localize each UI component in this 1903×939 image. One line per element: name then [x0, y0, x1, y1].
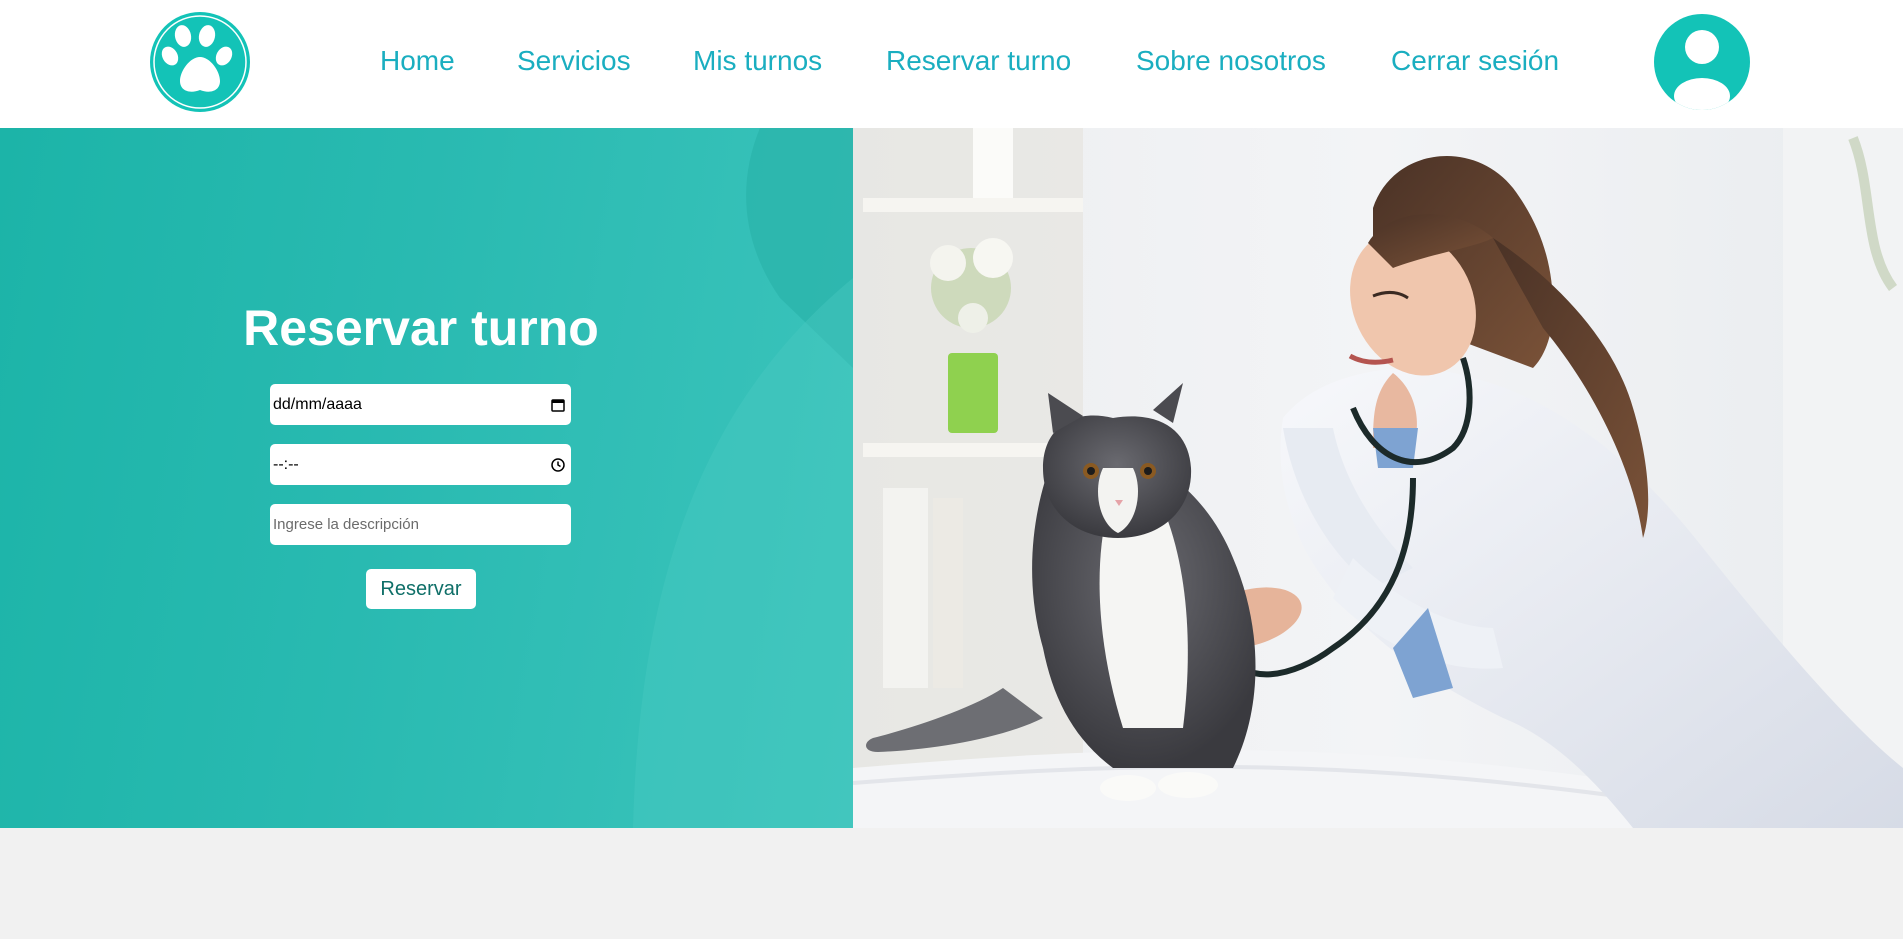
hero-section: Reservar turno dd/mm/aaaa --:-- Reservar: [0, 128, 1903, 828]
veterinarian-examining-cat-photo: [853, 128, 1903, 828]
page-title: Reservar turno: [243, 300, 599, 356]
nav-mis-turnos[interactable]: Mis turnos: [693, 44, 822, 78]
date-input-value: dd/mm/aaaa: [273, 395, 362, 413]
calendar-icon[interactable]: [550, 397, 566, 413]
nav-home[interactable]: Home: [380, 44, 455, 78]
booking-form-panel: Reservar turno dd/mm/aaaa --:-- Reservar: [0, 128, 853, 828]
nav-servicios[interactable]: Servicios: [517, 44, 631, 78]
time-input[interactable]: --:--: [270, 444, 571, 485]
date-input[interactable]: dd/mm/aaaa: [270, 384, 571, 425]
description-input[interactable]: [273, 516, 566, 533]
description-field[interactable]: [270, 504, 571, 545]
nav-reservar-turno[interactable]: Reservar turno: [886, 44, 1071, 78]
reservar-button[interactable]: Reservar: [366, 569, 476, 609]
time-input-value: --:--: [273, 455, 299, 473]
main-navigation: Home Servicios Mis turnos Reservar turno…: [0, 0, 1903, 128]
user-avatar-icon[interactable]: [1654, 14, 1750, 110]
site-header: Home Servicios Mis turnos Reservar turno…: [0, 0, 1903, 128]
clock-icon[interactable]: [550, 457, 566, 473]
nav-cerrar-sesion[interactable]: Cerrar sesión: [1391, 44, 1559, 78]
nav-sobre-nosotros[interactable]: Sobre nosotros: [1136, 44, 1326, 78]
